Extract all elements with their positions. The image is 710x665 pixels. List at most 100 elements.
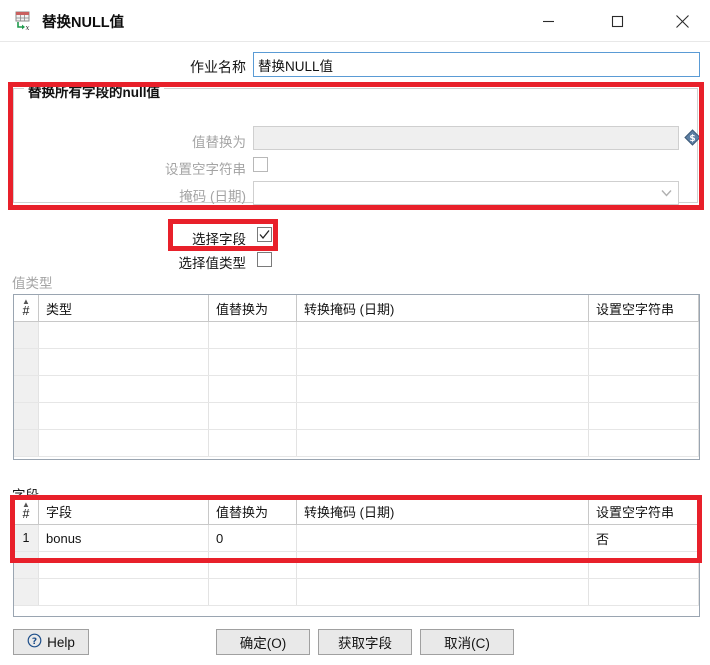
column-header-replace-with[interactable]: 值替换为 <box>209 498 297 524</box>
row-number <box>14 349 39 375</box>
cell-conversion-mask[interactable] <box>297 552 589 578</box>
table-row[interactable] <box>14 579 699 606</box>
job-name-label: 作业名称 <box>190 59 246 75</box>
cell-replace-with[interactable] <box>209 579 297 605</box>
svg-text:x: x <box>26 24 30 32</box>
set-empty-string-label: 设置空字符串 <box>165 162 246 177</box>
select-field-checkbox[interactable] <box>257 227 272 242</box>
cell-set-empty-string[interactable] <box>589 579 699 605</box>
cell-conversion-mask[interactable] <box>297 403 589 429</box>
cell-conversion-mask[interactable] <box>297 525 589 551</box>
set-empty-string-checkbox[interactable] <box>253 157 268 172</box>
help-button-label: Help <box>47 634 75 650</box>
cell-replace-with[interactable] <box>209 349 297 375</box>
value-type-table[interactable]: ▲ # 类型 值替换为 转换掩码 (日期) 设置空字符串 <box>13 294 700 460</box>
column-header-replace-with[interactable]: 值替换为 <box>209 295 297 321</box>
cell-conversion-mask[interactable] <box>297 322 589 348</box>
window-title: 替换NULL值 <box>42 15 125 31</box>
column-header-set-empty-string[interactable]: 设置空字符串 <box>589 295 699 321</box>
table-header-row: ▲ # 字段 值替换为 转换掩码 (日期) 设置空字符串 <box>14 498 699 525</box>
table-row[interactable]: 1 bonus 0 否 <box>14 525 699 552</box>
cell-replace-with[interactable] <box>209 430 297 456</box>
cell-replace-with[interactable] <box>209 552 297 578</box>
cell-conversion-mask[interactable] <box>297 376 589 402</box>
table-header-row: ▲ # 类型 值替换为 转换掩码 (日期) 设置空字符串 <box>14 295 699 322</box>
select-value-type-label: 选择值类型 <box>178 256 247 271</box>
select-value-type-checkbox[interactable] <box>257 252 272 267</box>
cell-set-empty-string[interactable]: 否 <box>589 525 699 551</box>
column-header-extra[interactable] <box>699 498 700 524</box>
row-number <box>14 403 39 429</box>
cell-conversion-mask[interactable] <box>297 349 589 375</box>
column-header-number[interactable]: ▲ # <box>14 295 39 321</box>
cell-type[interactable] <box>39 430 209 456</box>
cell-extra[interactable] <box>699 376 700 402</box>
cell-set-empty-string[interactable] <box>589 376 699 402</box>
column-header-type[interactable]: 类型 <box>39 295 209 321</box>
row-number: 1 <box>14 525 39 551</box>
cell-field[interactable]: bonus <box>39 525 209 551</box>
cell-replace-with[interactable]: 0 <box>209 525 297 551</box>
cell-set-empty-string[interactable] <box>589 552 699 578</box>
table-row[interactable] <box>14 552 699 579</box>
variable-diamond-icon[interactable]: $ <box>684 129 701 146</box>
row-number <box>14 322 39 348</box>
column-header-set-empty-string[interactable]: 设置空字符串 <box>589 498 699 524</box>
cell-set-empty-string[interactable] <box>589 430 699 456</box>
cancel-button[interactable]: 取消(C) <box>420 629 514 655</box>
svg-text:$: $ <box>689 134 695 144</box>
column-header-number[interactable]: ▲ # <box>14 498 39 524</box>
help-button[interactable]: ? Help <box>13 629 89 655</box>
cell-extra[interactable] <box>699 349 700 375</box>
value-type-section-label: 值类型 <box>12 276 53 291</box>
table-row[interactable] <box>14 349 699 376</box>
cell-extra[interactable] <box>699 525 700 551</box>
column-header-extra[interactable] <box>699 295 700 321</box>
ok-button[interactable]: 确定(O) <box>216 629 310 655</box>
minimize-icon[interactable] <box>525 0 571 42</box>
cell-set-empty-string[interactable] <box>589 349 699 375</box>
replace-all-fields-group-title: 替换所有字段的null值 <box>24 81 164 101</box>
fields-table[interactable]: ▲ # 字段 值替换为 转换掩码 (日期) 设置空字符串 1 bonus 0 否 <box>13 497 700 617</box>
cell-set-empty-string[interactable] <box>589 322 699 348</box>
cell-extra[interactable] <box>699 552 700 578</box>
replace-null-dialog: x 替换NULL值 作业名称 替换所有字段的null值 值替换为 $ 设置空字符… <box>0 0 710 665</box>
cell-type[interactable] <box>39 376 209 402</box>
cell-extra[interactable] <box>699 430 700 456</box>
row-number <box>14 376 39 402</box>
job-name-input[interactable] <box>253 52 700 77</box>
cell-set-empty-string[interactable] <box>589 403 699 429</box>
table-row[interactable] <box>14 376 699 403</box>
cell-field[interactable] <box>39 552 209 578</box>
select-field-label: 选择字段 <box>192 232 246 247</box>
chevron-down-icon <box>655 182 677 204</box>
column-header-field[interactable]: 字段 <box>39 498 209 524</box>
cell-type[interactable] <box>39 322 209 348</box>
get-fields-button[interactable]: 获取字段 <box>318 629 412 655</box>
cell-extra[interactable] <box>699 403 700 429</box>
cell-type[interactable] <box>39 403 209 429</box>
table-row[interactable] <box>14 430 699 457</box>
cell-replace-with[interactable] <box>209 403 297 429</box>
mask-date-combobox[interactable] <box>253 181 679 205</box>
cell-extra[interactable] <box>699 322 700 348</box>
cell-field[interactable] <box>39 579 209 605</box>
cell-conversion-mask[interactable] <box>297 579 589 605</box>
cell-conversion-mask[interactable] <box>297 430 589 456</box>
maximize-icon[interactable] <box>594 0 640 42</box>
column-header-conversion-mask[interactable]: 转换掩码 (日期) <box>297 295 589 321</box>
close-icon[interactable] <box>659 0 705 42</box>
cell-replace-with[interactable] <box>209 376 297 402</box>
row-number <box>14 552 39 578</box>
cell-replace-with[interactable] <box>209 322 297 348</box>
cell-type[interactable] <box>39 349 209 375</box>
table-row[interactable] <box>14 322 699 349</box>
cell-extra[interactable] <box>699 579 700 605</box>
column-header-conversion-mask[interactable]: 转换掩码 (日期) <box>297 498 589 524</box>
table-row[interactable] <box>14 403 699 430</box>
svg-text:?: ? <box>32 637 37 647</box>
value-replace-label: 值替换为 <box>192 135 246 150</box>
title-bar: x 替换NULL值 <box>0 0 710 42</box>
value-replace-input[interactable] <box>253 126 679 150</box>
question-circle-icon: ? <box>27 633 42 651</box>
